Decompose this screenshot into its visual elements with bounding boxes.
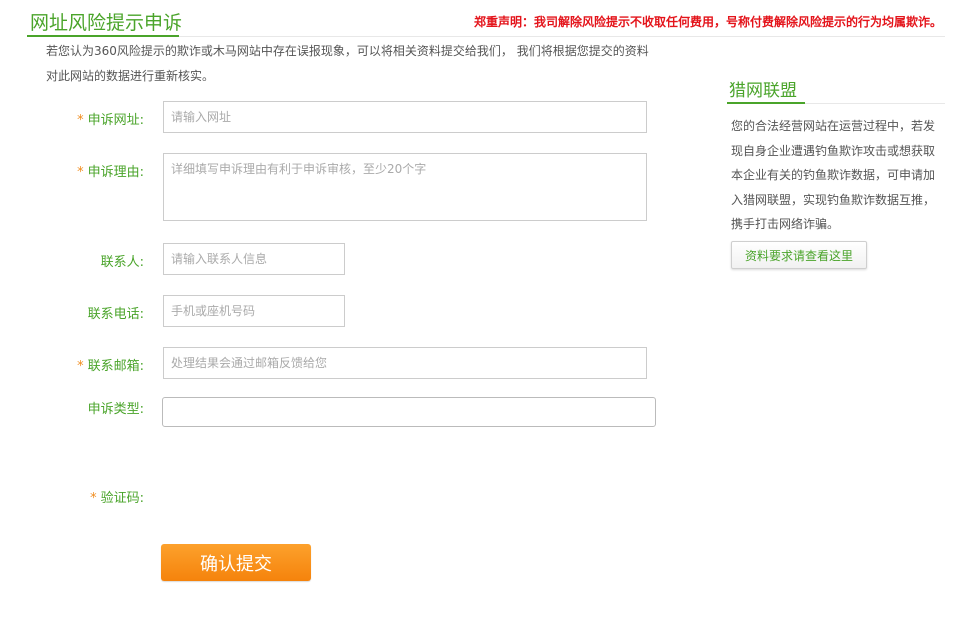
contact-input[interactable] — [163, 243, 345, 275]
email-input[interactable] — [163, 347, 647, 379]
required-mark: * — [90, 491, 97, 506]
type-label-text: 申诉类型: — [87, 402, 144, 417]
url-label-text: 申诉网址: — [87, 113, 144, 128]
contact-label-text: 联系人: — [100, 255, 144, 270]
url-input[interactable] — [163, 101, 647, 133]
title-underline — [27, 35, 179, 37]
type-label: 申诉类型: — [44, 398, 144, 417]
reason-label-text: 申诉理由: — [87, 165, 144, 180]
captcha-label: * 验证码: — [44, 487, 144, 506]
intro-line-1: 若您认为360风险提示的欺诈或木马网站中存在误报现象，可以将相关资料提交给我们，… — [46, 44, 649, 58]
required-mark: * — [77, 359, 84, 374]
captcha-label-text: 验证码: — [100, 491, 144, 506]
sidebar-divider — [805, 103, 945, 104]
sidebar-description: 您的合法经营网站在运营过程中，若发现自身企业遭遇钓鱼欺诈攻击或想获取本企业有关的… — [731, 119, 936, 231]
required-mark: * — [77, 113, 84, 128]
submit-button[interactable]: 确认提交 — [161, 544, 311, 581]
url-label: * 申诉网址: — [44, 109, 144, 128]
phone-label-text: 联系电话: — [87, 307, 144, 322]
reason-label: * 申诉理由: — [44, 161, 144, 180]
sidebar-title-underline — [727, 102, 805, 104]
page-title: 网址风险提示申诉 — [30, 12, 183, 34]
intro-text: 若您认为360风险提示的欺诈或木马网站中存在误报现象，可以将相关资料提交给我们，… — [46, 39, 656, 89]
required-mark: * — [77, 165, 84, 180]
reason-textarea[interactable] — [163, 153, 647, 221]
header-divider — [179, 36, 945, 37]
contact-label: 联系人: — [44, 251, 144, 270]
sidebar-title: 猎网联盟 — [729, 81, 797, 101]
email-label: * 联系邮箱: — [44, 355, 144, 374]
requirements-button[interactable]: 资料要求请查看这里 — [731, 241, 867, 269]
email-label-text: 联系邮箱: — [87, 359, 144, 374]
appeal-type-select[interactable] — [162, 397, 656, 427]
disclaimer-notice: 郑重声明：我司解除风险提示不收取任何费用，号称付费解除风险提示的行为均属欺诈。 — [473, 15, 942, 29]
phone-input[interactable] — [163, 295, 345, 327]
intro-line-2: 对此网站的数据进行重新核实。 — [46, 69, 215, 83]
phone-label: 联系电话: — [44, 303, 144, 322]
